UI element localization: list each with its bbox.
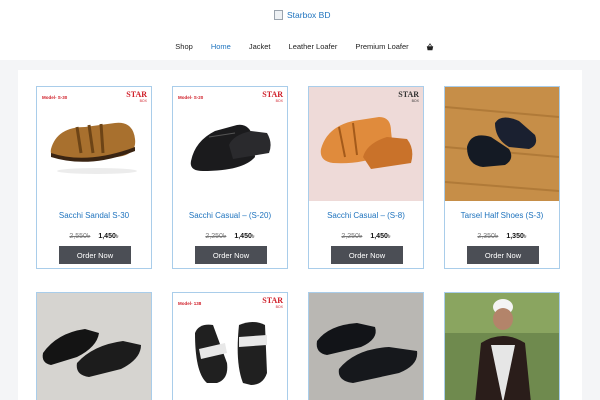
main-nav: Shop Home Jacket Leather Loafer Premium … bbox=[0, 42, 600, 51]
product-card bbox=[36, 292, 152, 400]
model-tag: Model- S-30 bbox=[42, 95, 68, 100]
product-image[interactable] bbox=[445, 87, 559, 201]
product-title[interactable]: Tarsel Half Shoes (S-3) bbox=[445, 211, 559, 220]
product-card: Model- 138 STAR BOX bbox=[172, 292, 288, 400]
product-title[interactable]: Sacchi Casual – (S-8) bbox=[309, 211, 423, 220]
logo-text[interactable]: Starbox BD bbox=[287, 10, 330, 20]
brand-logo: STAR BOX bbox=[126, 90, 147, 104]
old-price: 2,250৳ bbox=[341, 233, 363, 240]
site-logo[interactable]: Starbox BD bbox=[274, 10, 330, 20]
product-card: Model- S-20 STAR BOX Sacchi Casual – (S-… bbox=[172, 86, 288, 269]
nav-item-shop[interactable]: Shop bbox=[175, 42, 193, 51]
new-price: 1,350৳ bbox=[506, 233, 527, 240]
shoe-image bbox=[50, 122, 137, 174]
product-image[interactable] bbox=[37, 293, 152, 400]
product-card bbox=[444, 292, 560, 400]
order-now-button[interactable]: Order Now bbox=[467, 246, 539, 264]
brand-logo: STAR BOX bbox=[262, 296, 283, 310]
broken-image-icon bbox=[274, 10, 283, 20]
brand-logo: STAR BOX bbox=[262, 90, 283, 104]
shoe-image bbox=[320, 117, 413, 169]
nav-item-premium-loafer[interactable]: Premium Loafer bbox=[355, 42, 408, 51]
order-now-button[interactable]: Order Now bbox=[59, 246, 131, 264]
price-row: 2,350৳ 1,350৳ bbox=[445, 230, 559, 242]
site-header: Starbox BD Shop Home Jacket Leather Loaf… bbox=[0, 0, 600, 60]
order-now-button[interactable]: Order Now bbox=[331, 246, 403, 264]
product-card: Tarsel Half Shoes (S-3) 2,350৳ 1,350৳ Or… bbox=[444, 86, 560, 269]
price-row: 2,550৳ 1,450৳ bbox=[37, 230, 151, 242]
product-image[interactable]: STAR BOX bbox=[309, 87, 423, 201]
product-image[interactable] bbox=[309, 293, 424, 400]
model-tag: Model- 138 bbox=[178, 301, 202, 306]
new-price: 1,450৳ bbox=[234, 233, 255, 240]
new-price: 1,450৳ bbox=[98, 233, 119, 240]
product-title[interactable]: Sacchi Casual – (S-20) bbox=[173, 211, 287, 220]
product-image[interactable] bbox=[445, 293, 560, 400]
nav-item-jacket[interactable]: Jacket bbox=[249, 42, 271, 51]
product-card: STAR BOX Sacchi Casual – (S-8) 2,250৳ 1,… bbox=[308, 86, 424, 269]
product-title[interactable]: Sacchi Sandal S-30 bbox=[37, 211, 151, 220]
product-image[interactable] bbox=[173, 293, 288, 400]
basket-icon[interactable] bbox=[426, 42, 434, 51]
new-price: 1,450৳ bbox=[370, 233, 391, 240]
main-content: Model- S-30 STAR BOX Sacchi Sandal S-30 … bbox=[0, 60, 600, 400]
product-image[interactable]: Model- S-20 STAR BOX bbox=[173, 87, 287, 201]
nav-item-home[interactable]: Home bbox=[211, 42, 231, 51]
product-card bbox=[308, 292, 424, 400]
brand-logo: STAR BOX bbox=[398, 90, 419, 104]
old-price: 2,350৳ bbox=[477, 233, 499, 240]
nav-item-leather-loafer[interactable]: Leather Loafer bbox=[289, 42, 338, 51]
old-price: 2,250৳ bbox=[205, 233, 227, 240]
price-row: 2,250৳ 1,450৳ bbox=[173, 230, 287, 242]
product-image[interactable]: Model- S-30 STAR BOX bbox=[37, 87, 151, 201]
shoe-image bbox=[445, 87, 559, 201]
old-price: 2,550৳ bbox=[69, 233, 91, 240]
product-card: Model- S-30 STAR BOX Sacchi Sandal S-30 … bbox=[36, 86, 152, 269]
model-tag: Model- S-20 bbox=[178, 95, 204, 100]
order-now-button[interactable]: Order Now bbox=[195, 246, 267, 264]
price-row: 2,250৳ 1,450৳ bbox=[309, 230, 423, 242]
product-grid: Model- S-30 STAR BOX Sacchi Sandal S-30 … bbox=[18, 70, 582, 400]
shoe-image bbox=[190, 124, 271, 171]
